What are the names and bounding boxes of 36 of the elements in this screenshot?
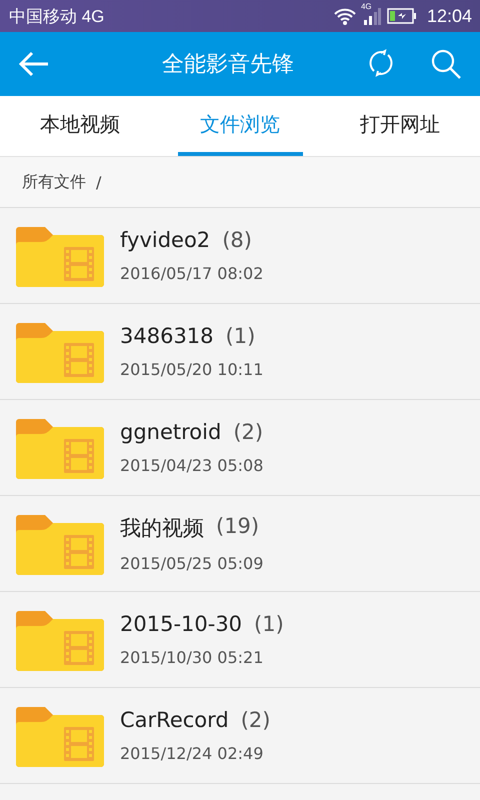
modified-date: 2015/04/23 05:08 <box>120 456 264 475</box>
folder-icon <box>16 512 104 574</box>
item-count: (2) <box>233 420 264 444</box>
folder-icon <box>16 704 104 766</box>
folder-icon <box>16 224 104 286</box>
tab[interactable]: 打开网址 <box>338 96 462 156</box>
item-count: (1) <box>254 612 284 636</box>
folder-name: CarRecord <box>120 708 229 732</box>
modified-date: 2015/10/30 05:21 <box>120 648 264 667</box>
network-type-label: 4G <box>360 2 372 11</box>
breadcrumb-link[interactable]: 所有文件 <box>22 172 86 192</box>
path-separator: / <box>96 172 102 192</box>
back-arrow-icon <box>18 50 50 78</box>
folder-icon <box>16 416 104 478</box>
modified-date: 2015/05/25 05:09 <box>120 554 264 573</box>
modified-date: 2015/05/20 10:11 <box>120 360 264 379</box>
carrier-label: 中国移动 4G <box>9 6 106 28</box>
item-count: (2) <box>240 708 270 732</box>
item-count: (8) <box>222 228 252 252</box>
item-count: (1) <box>226 324 256 348</box>
folder-name: 2015-10-30 <box>120 612 242 636</box>
modified-date: 2015/12/24 02:49 <box>120 744 264 763</box>
wifi-icon <box>332 7 357 25</box>
folder-name: 我的视频 <box>120 515 204 542</box>
folder-name: ggnetroid <box>120 420 222 444</box>
tab[interactable]: 本地视频 <box>18 96 142 156</box>
battery-icon <box>386 8 417 24</box>
item-count: (19) <box>216 514 260 540</box>
clock-time: 12:04 <box>426 6 472 26</box>
folder-name: 3486318 <box>120 324 214 348</box>
folder-icon <box>16 608 104 670</box>
search-icon <box>430 48 462 80</box>
folder-name: fyvideo2 <box>120 228 210 252</box>
modified-date: 2016/05/17 08:02 <box>120 264 264 283</box>
folder-icon <box>16 320 104 382</box>
app-title: 全能影音先锋 <box>161 51 295 79</box>
